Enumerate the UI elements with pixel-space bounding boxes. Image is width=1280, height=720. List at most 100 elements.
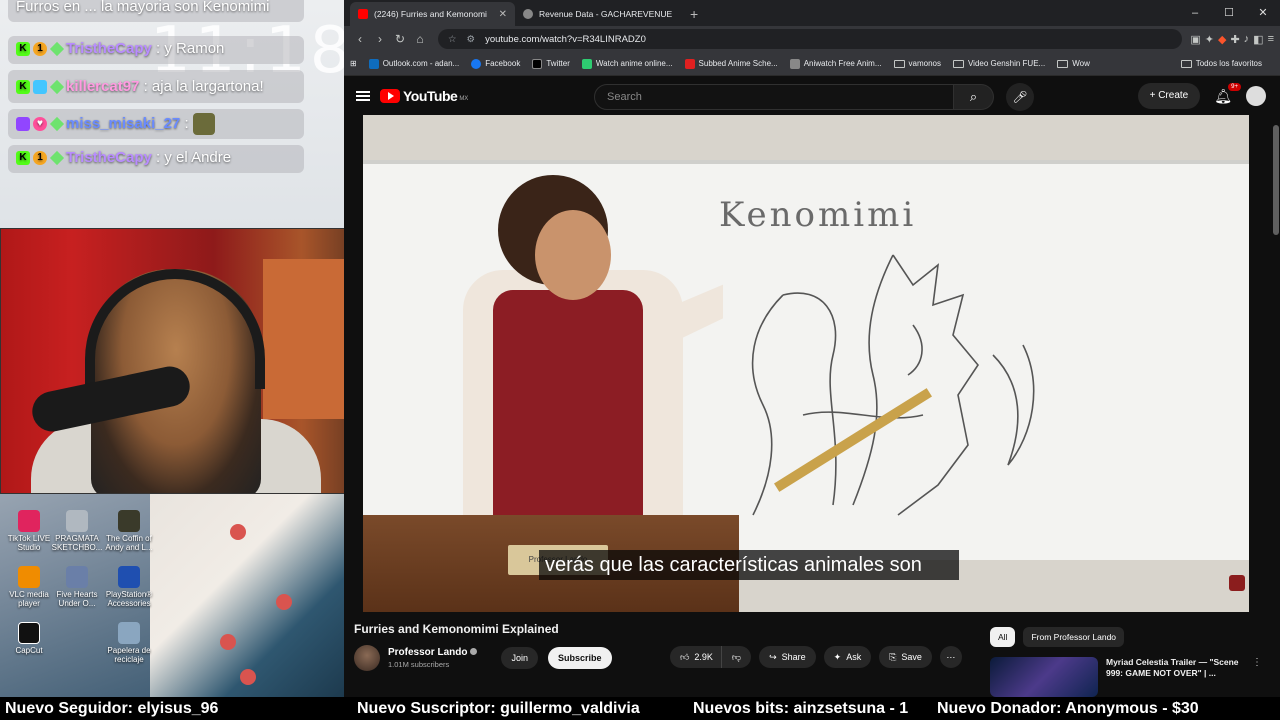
shelf xyxy=(263,259,344,419)
channel-name[interactable]: Professor Lando xyxy=(388,647,478,658)
bookmark-outlook[interactable]: Outlook.com - adan... xyxy=(368,58,459,69)
ask-button[interactable]: ✦ Ask xyxy=(823,646,872,668)
search-icon[interactable]: ⌕ xyxy=(954,84,994,110)
folder-icon xyxy=(893,59,905,68)
chat-message: Furros en ... la mayoria son Kenomimi xyxy=(8,0,304,22)
dislike-button[interactable]: 👎︎ xyxy=(720,646,752,668)
reload-icon[interactable]: ↻ xyxy=(390,32,410,46)
stream-alert-ticker: Nuevo Seguidor: elyisus_96 Nuevo Suscrip… xyxy=(0,697,1280,720)
back-icon[interactable]: ‹ xyxy=(350,32,370,46)
brave-shield-icon[interactable]: ◆ xyxy=(1218,33,1226,46)
folder-icon xyxy=(1180,59,1192,68)
scrollbar[interactable] xyxy=(1272,115,1280,695)
home-icon[interactable]: ⌂ xyxy=(410,32,430,46)
extension-icon[interactable]: ✦ xyxy=(1205,33,1214,46)
join-button[interactable]: Join xyxy=(501,647,538,669)
notifications-icon[interactable]: 🔔︎ 9+ xyxy=(1214,82,1241,105)
outlook-icon xyxy=(368,58,379,69)
chat-username[interactable]: miss_misaki_27 xyxy=(66,115,180,132)
site-info-icon[interactable]: ⚙ xyxy=(467,34,476,45)
game-icon xyxy=(66,510,88,532)
bookmark-folder-wow[interactable]: Wow xyxy=(1057,59,1090,68)
kick-badge-icon: K xyxy=(16,80,30,95)
share-button[interactable]: ↪ Share xyxy=(759,646,816,668)
desktop-icon-playstation[interactable]: PlayStation® Accessories xyxy=(100,566,158,609)
tab-youtube[interactable]: (2246) Furries and Kemonomi ✕ xyxy=(350,2,515,26)
bookmark-folder-vamonos[interactable]: vamonos xyxy=(893,59,941,68)
chat-username[interactable]: killercat97 xyxy=(66,78,139,95)
header-actions: + Create 🔔︎ 9+ xyxy=(1137,82,1266,109)
microphone-icon[interactable]: 🎤︎ xyxy=(1006,83,1034,111)
wallet-icon[interactable]: ◧ xyxy=(1253,33,1263,46)
desktop-icon-pragmata[interactable]: PRAGMATA SKETCHBO... xyxy=(48,510,106,553)
whiteboard-word: Kenomimi xyxy=(719,195,917,235)
chat-username[interactable]: TristheCapy xyxy=(66,149,152,166)
desktop-icon-five-hearts[interactable]: Five Hearts Under O... xyxy=(48,566,106,609)
puzzle-icon[interactable]: ✚ xyxy=(1230,33,1239,46)
avatar[interactable] xyxy=(1246,86,1266,106)
create-button[interactable]: + Create xyxy=(1137,83,1201,109)
game-icon xyxy=(66,566,88,588)
bookmark-twitter[interactable]: Twitter xyxy=(532,58,570,69)
desktop-icon-capcut[interactable]: CapCut xyxy=(0,622,58,656)
chat-text: : xyxy=(184,114,189,132)
channel-watermark-icon[interactable] xyxy=(1229,575,1245,591)
extension-icon[interactable]: ▣ xyxy=(1190,33,1200,46)
scrollbar-thumb[interactable] xyxy=(1273,125,1279,235)
search-input[interactable]: Search xyxy=(594,84,954,110)
new-tab-button[interactable]: + xyxy=(680,2,708,26)
save-button[interactable]: ⎘ Save xyxy=(879,646,932,668)
channel-avatar[interactable] xyxy=(354,645,380,671)
recommended-video[interactable]: Myriad Celestia Trailer — "Scene 999: GA… xyxy=(990,657,1270,697)
chip-from-channel[interactable]: From Professor Lando xyxy=(1023,627,1125,647)
minimize-button[interactable]: – xyxy=(1178,0,1212,26)
flower-decoration xyxy=(276,594,292,610)
bookmark-watch-anime[interactable]: Watch anime online... xyxy=(581,58,673,69)
close-tab-icon[interactable]: ✕ xyxy=(499,9,507,20)
chip-all[interactable]: All xyxy=(990,627,1016,647)
recommended-title[interactable]: Myriad Celestia Trailer — "Scene 999: GA… xyxy=(1106,657,1246,697)
twitch-badge-icon xyxy=(16,117,30,131)
music-icon[interactable]: ♪ xyxy=(1244,33,1250,46)
bookmark-facebook[interactable]: Facebook xyxy=(471,58,520,69)
webcam-feed xyxy=(0,228,344,494)
apps-icon[interactable]: ⊞ xyxy=(350,59,357,68)
kick-badge-icon: K xyxy=(16,42,30,57)
bookmark-folder-genshin[interactable]: Video Genshin FUE... xyxy=(952,59,1045,68)
video-thumbnail[interactable] xyxy=(990,657,1098,697)
url-text: youtube.com/watch?v=R34LINRADZ0 xyxy=(485,33,646,45)
chat-username[interactable]: TristheCapy xyxy=(66,40,152,57)
youtube-logo[interactable]: YouTube MX xyxy=(380,88,468,104)
ticker-subscriber: Nuevo Suscriptor: guillermo_valdivia xyxy=(357,699,640,717)
like-button[interactable]: 👍︎ 2.9K xyxy=(670,646,721,668)
desktop-icon-recycle-bin[interactable]: Papelera de reciclaje xyxy=(100,622,158,665)
desktop: TikTok LIVE Studio PRAGMATA SKETCHBO... … xyxy=(0,494,344,697)
facebook-icon xyxy=(471,58,482,69)
extension-icons: ▣ ✦ ◆ ✚ ♪ ◧ ≡ xyxy=(1190,33,1274,46)
tab-revenue[interactable]: Revenue Data - GACHAREVENUE xyxy=(515,2,680,26)
address-bar[interactable]: ☆ ⚙ youtube.com/watch?v=R34LINRADZ0 xyxy=(438,29,1183,49)
close-window-button[interactable]: ✕ xyxy=(1246,0,1280,26)
all-bookmarks[interactable]: Todos los favoritos xyxy=(1180,59,1262,68)
notification-count: 9+ xyxy=(1228,82,1241,91)
folder-icon xyxy=(952,59,964,68)
maximize-button[interactable]: ☐ xyxy=(1212,0,1246,26)
menu-icon[interactable]: ≡ xyxy=(1268,33,1274,46)
desktop-icon-coffin[interactable]: The Coffin of Andy and L... xyxy=(100,510,158,553)
chat-message: K 1 TristheCapy : y el Andre xyxy=(8,145,304,173)
flower-decoration xyxy=(220,634,236,650)
bookmark-aniwatch[interactable]: Aniwatch Free Anim... xyxy=(789,58,882,69)
bookmark-icon: ⎘ xyxy=(889,652,897,662)
vlc-icon xyxy=(18,566,40,588)
subscribe-button[interactable]: Subscribe xyxy=(547,647,612,669)
more-options-icon[interactable]: ⋮ xyxy=(1252,657,1262,697)
bookmark-icon[interactable]: ☆ xyxy=(448,34,457,45)
video-player[interactable]: Kenomimi P xyxy=(363,115,1249,612)
thumbs-up-icon: 👍︎ xyxy=(680,652,690,662)
menu-icon[interactable] xyxy=(356,89,370,103)
flower-decoration xyxy=(240,669,256,685)
video-subtitle: verás que las características animales s… xyxy=(539,550,959,580)
more-actions-icon[interactable]: ⋯ xyxy=(939,646,962,668)
forward-icon[interactable]: › xyxy=(370,32,390,46)
bookmark-subbed-anime[interactable]: Subbed Anime Sche... xyxy=(684,58,778,69)
